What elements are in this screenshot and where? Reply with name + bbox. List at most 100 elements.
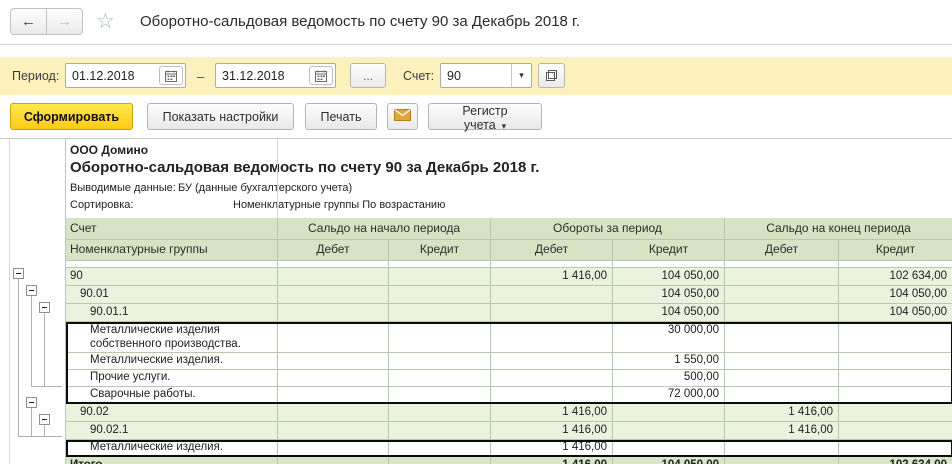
cell-value[interactable] — [278, 457, 389, 464]
cell-value[interactable] — [389, 404, 491, 421]
cell-value[interactable] — [725, 353, 839, 369]
cell-value[interactable] — [725, 370, 839, 386]
forward-button[interactable]: → — [46, 8, 83, 35]
cell-value[interactable] — [725, 440, 839, 456]
calendar-button[interactable] — [309, 66, 333, 85]
tree-collapse-button[interactable] — [13, 268, 24, 279]
total-row[interactable]: Итого1 416,00104 050,00102 634,00 — [66, 457, 952, 464]
cell-value[interactable] — [278, 440, 389, 456]
cell-account[interactable]: 90.02.1 — [66, 422, 278, 439]
tree-collapse-button[interactable] — [26, 285, 37, 296]
cell-value[interactable]: 104 050,00 — [613, 286, 725, 303]
table-row[interactable]: 90.02 1 416,00 1 416,00 — [66, 404, 952, 422]
table-row[interactable]: Сварочные работы. 72 000,00 — [66, 387, 952, 404]
cell-value[interactable] — [491, 387, 613, 403]
cell-value[interactable] — [839, 404, 952, 421]
cell-value[interactable] — [278, 422, 389, 439]
cell-value[interactable]: 1 416,00 — [491, 268, 613, 285]
cell-account[interactable]: 90.01 — [66, 286, 278, 303]
cell-value[interactable] — [725, 268, 839, 285]
cell-value[interactable] — [389, 440, 491, 456]
cell-value[interactable] — [839, 422, 952, 439]
cell-value[interactable]: 1 416,00 — [491, 404, 613, 421]
cell-value[interactable]: 104 050,00 — [839, 304, 952, 321]
register-button[interactable]: Регистр учета▾ — [428, 103, 542, 130]
table-row[interactable]: Металлические изделиясобственного произв… — [66, 322, 952, 353]
cell-value[interactable] — [491, 304, 613, 321]
cell-value[interactable]: 72 000,00 — [613, 387, 725, 403]
account-input[interactable] — [441, 69, 511, 83]
tree-collapse-button[interactable] — [39, 302, 50, 313]
cell-value[interactable] — [278, 286, 389, 303]
cell-value[interactable]: 102 634,00 — [839, 457, 952, 464]
cell-value[interactable] — [278, 268, 389, 285]
cell-value[interactable] — [613, 440, 725, 456]
period-to-input[interactable] — [216, 69, 307, 83]
cell-value[interactable] — [389, 353, 491, 369]
cell-value[interactable] — [839, 353, 952, 369]
cell-value[interactable] — [389, 268, 491, 285]
cell-value[interactable] — [725, 457, 839, 464]
open-account-button[interactable] — [538, 63, 565, 88]
cell-value[interactable] — [725, 387, 839, 403]
cell-value[interactable] — [839, 370, 952, 386]
cell-value[interactable] — [278, 353, 389, 369]
send-email-button[interactable] — [387, 103, 418, 130]
cell-value[interactable] — [278, 322, 389, 352]
cell-value[interactable] — [725, 304, 839, 321]
cell-value[interactable] — [389, 286, 491, 303]
cell-value[interactable] — [613, 404, 725, 421]
table-row[interactable]: Металлические изделия. 1 550,00 — [66, 353, 952, 370]
tree-collapse-button[interactable] — [39, 414, 50, 425]
cell-value[interactable] — [389, 457, 491, 464]
table-row[interactable]: Прочие услуги.500,00 — [66, 370, 952, 387]
cell-value[interactable]: 104 050,00 — [613, 268, 725, 285]
table-row[interactable]: Металлические изделия.1 416,00 — [66, 440, 952, 457]
cell-account[interactable]: Металлические изделиясобственного произв… — [66, 322, 278, 352]
cell-value[interactable]: 1 550,00 — [613, 353, 725, 369]
cell-value[interactable]: 500,00 — [613, 370, 725, 386]
chevron-down-icon[interactable]: ▾ — [511, 64, 531, 87]
cell-value[interactable] — [725, 286, 839, 303]
cell-value[interactable] — [725, 322, 839, 352]
cell-value[interactable] — [613, 422, 725, 439]
calendar-button[interactable] — [159, 66, 183, 85]
cell-value[interactable] — [839, 322, 952, 352]
cell-account[interactable]: 90.01.1 — [66, 304, 278, 321]
cell-account[interactable]: 90.02 — [66, 404, 278, 421]
cell-value[interactable] — [278, 387, 389, 403]
cell-value[interactable] — [278, 370, 389, 386]
cell-value[interactable] — [491, 353, 613, 369]
table-row[interactable]: 90 1 416,00104 050,00 102 634,00 — [66, 268, 952, 286]
cell-value[interactable]: 30 000,00 — [613, 322, 725, 352]
table-row[interactable]: 90.02.1 1 416,00 1 416,00 — [66, 422, 952, 440]
cell-value[interactable] — [278, 404, 389, 421]
period-options-button[interactable]: ... — [350, 63, 386, 88]
cell-value[interactable] — [839, 440, 952, 456]
cell-value[interactable] — [389, 322, 491, 352]
cell-account[interactable]: Сварочные работы. — [66, 387, 278, 403]
cell-value[interactable] — [389, 370, 491, 386]
favorite-star-icon[interactable]: ☆ — [96, 9, 115, 34]
tree-collapse-button[interactable] — [26, 397, 37, 408]
cell-value[interactable]: 104 050,00 — [839, 286, 952, 303]
cell-value[interactable] — [491, 370, 613, 386]
cell-value[interactable]: 1 416,00 — [491, 440, 613, 456]
cell-value[interactable]: 104 050,00 — [613, 457, 725, 464]
cell-account[interactable]: Металлические изделия. — [66, 353, 278, 369]
cell-value[interactable]: 1 416,00 — [725, 404, 839, 421]
cell-value[interactable] — [491, 322, 613, 352]
cell-value[interactable]: 1 416,00 — [725, 422, 839, 439]
generate-button[interactable]: Сформировать — [10, 103, 133, 130]
cell-value[interactable] — [278, 304, 389, 321]
table-row[interactable]: 90.01.1104 050,00104 050,00 — [66, 304, 952, 322]
cell-value[interactable] — [389, 387, 491, 403]
cell-account[interactable]: 90 — [66, 268, 278, 285]
cell-value[interactable]: 1 416,00 — [491, 422, 613, 439]
show-settings-button[interactable]: Показать настройки — [147, 103, 294, 130]
period-from-input[interactable] — [66, 69, 157, 83]
cell-value[interactable] — [491, 286, 613, 303]
table-row[interactable]: 90.01 104 050,00 104 050,00 — [66, 286, 952, 304]
print-button[interactable]: Печать — [305, 103, 377, 130]
cell-value[interactable]: 102 634,00 — [839, 268, 952, 285]
